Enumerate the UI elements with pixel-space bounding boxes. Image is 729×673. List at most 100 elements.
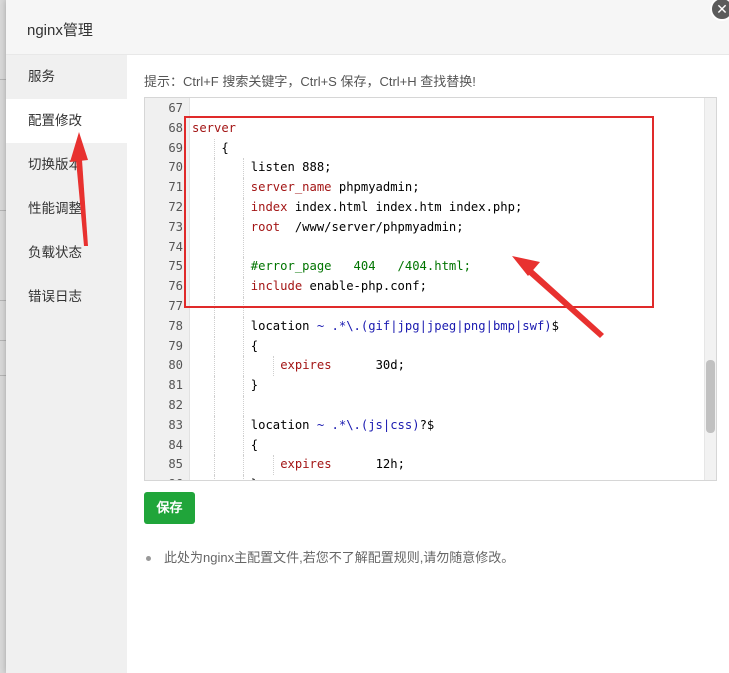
line-number: 78 xyxy=(168,318,183,333)
sidebar: 服务 配置修改 切换版本 性能调整 负载状态 错误日志 xyxy=(6,55,127,673)
line-number: 74 xyxy=(168,239,183,254)
code-line[interactable]: 83 location ~ .*\.(js|css)?$ xyxy=(145,415,705,436)
indent-guide xyxy=(214,257,216,278)
code-line[interactable]: 79 { xyxy=(145,336,705,357)
save-button[interactable]: 保存 xyxy=(144,492,195,524)
code-line[interactable]: 78 location ~ .*\.(gif|jpg|jpeg|png|bmp|s… xyxy=(145,316,705,337)
bullet-icon xyxy=(146,556,151,562)
indent-guide xyxy=(214,158,216,179)
code-line[interactable]: 85 expires 12h; xyxy=(145,455,705,476)
indent-guide xyxy=(214,356,216,377)
code-line[interactable]: 81} xyxy=(145,376,705,396)
code-line[interactable]: 72 index index.html index.htm index.php; xyxy=(145,198,705,218)
code-line[interactable]: 74 xyxy=(145,237,705,258)
code-token: { xyxy=(250,437,259,452)
code-line[interactable]: 86} xyxy=(145,475,705,480)
code-token: { xyxy=(221,140,229,155)
line-number: 67 xyxy=(168,101,183,115)
config-content: 提示：Ctrl+F 搜索关键字，Ctrl+S 保存，Ctrl+H 查找替换! 6… xyxy=(127,55,729,673)
sidebar-item-5[interactable]: 负载状态 xyxy=(6,231,127,275)
code-token: server_name xyxy=(250,180,332,195)
code-token: expires xyxy=(280,457,332,472)
code-text: server xyxy=(192,119,236,139)
code-editor[interactable]: 67 68 server 69 {70 listen 888; 71 server_name … xyxy=(144,97,717,481)
indent-guide xyxy=(243,356,245,377)
code-text: location ~ .*\.(js|css)?$ xyxy=(251,416,434,436)
indent-guide xyxy=(214,455,216,476)
indent-guide xyxy=(214,475,216,480)
indent-guide xyxy=(214,396,216,416)
line-number: 68 xyxy=(168,120,183,135)
indent-guide xyxy=(214,376,216,396)
indent-guide xyxy=(214,316,216,337)
indent-guide xyxy=(214,237,216,258)
scrollbar-thumb[interactable] xyxy=(706,360,715,433)
code-token: expires xyxy=(280,358,332,373)
code-token: phpmyadmin; xyxy=(331,180,420,195)
editor-scrollbar[interactable] xyxy=(704,98,716,480)
sidebar-item-1[interactable]: 服务 xyxy=(6,55,127,99)
code-line[interactable]: 68 server xyxy=(145,119,705,139)
code-text: root /www/server/phpmyadmin; xyxy=(251,218,464,238)
indent-guide xyxy=(243,415,245,436)
code-token: } xyxy=(251,477,258,480)
indent-guide xyxy=(243,198,245,218)
indent-guide xyxy=(214,178,216,198)
indent-guide xyxy=(214,415,216,436)
code-line[interactable]: 82 xyxy=(145,396,705,416)
code-token: 12h; xyxy=(331,457,405,472)
code-text: { xyxy=(221,139,228,159)
code-token: index xyxy=(250,200,288,214)
line-number: 80 xyxy=(168,358,183,373)
code-text: expires 12h; xyxy=(280,455,405,475)
sidebar-item-2[interactable]: 配置修改 xyxy=(6,99,127,143)
code-line[interactable]: 69 { xyxy=(145,138,705,159)
code-line[interactable]: 75 #error_page 404 /404.html; xyxy=(145,257,705,278)
line-number: 75 xyxy=(168,259,183,274)
code-token: #error_page 404 /404.html; xyxy=(250,259,471,274)
indent-guide xyxy=(214,336,216,357)
code-text: expires 30d; xyxy=(280,356,405,376)
code-token: listen 888; xyxy=(250,160,332,175)
code-token: ?$ xyxy=(419,417,435,432)
code-token: root xyxy=(250,219,281,234)
code-text: #error_page 404 /404.html; xyxy=(251,257,471,277)
code-line[interactable]: 80 expires 30d; xyxy=(145,356,705,377)
code-token: 30d; xyxy=(331,358,405,373)
code-token: include xyxy=(250,279,303,294)
indent-guide xyxy=(214,198,216,218)
line-number: 70 xyxy=(168,160,183,175)
indent-guide xyxy=(243,257,245,278)
indent-guide xyxy=(214,297,216,317)
indent-guide xyxy=(243,435,245,456)
tip-note: 此处为nginx主配置文件,若您不了解配置规则,请勿随意修改。 xyxy=(144,547,514,566)
code-line[interactable]: 76 include enable-php.conf; xyxy=(145,277,705,297)
indent-guide xyxy=(243,376,245,396)
dialog-title: nginx管理 xyxy=(27,22,93,39)
sidebar-item-6[interactable]: 错误日志 xyxy=(6,275,127,319)
code-token: location xyxy=(250,417,317,432)
code-line[interactable]: 70 listen 888; xyxy=(145,158,705,179)
code-line[interactable]: 77 xyxy=(145,297,705,317)
code-token: server xyxy=(192,120,237,135)
sidebar-item-3[interactable]: 切换版本 xyxy=(6,143,127,187)
line-number: 79 xyxy=(168,338,183,353)
code-line[interactable]: 73 root /www/server/phpmyadmin; xyxy=(145,217,705,238)
line-number: 71 xyxy=(168,180,183,195)
sidebar-item-4[interactable]: 性能调整 xyxy=(6,187,127,231)
indent-guide xyxy=(243,455,245,476)
code-token: enable-php.conf; xyxy=(302,279,427,294)
code-token: ~ .*\.(js|css) xyxy=(316,417,420,432)
code-text: { xyxy=(251,337,258,357)
line-number: 85 xyxy=(168,457,183,472)
indent-guide xyxy=(214,277,216,297)
code-text: include enable-php.conf; xyxy=(251,277,427,297)
code-text: index index.html index.htm index.php; xyxy=(251,198,523,218)
code-token: /www/server/phpmyadmin; xyxy=(280,219,464,234)
line-number: 76 xyxy=(168,279,183,294)
code-line[interactable]: 67 xyxy=(145,99,705,119)
code-text: } xyxy=(251,475,258,480)
code-line[interactable]: 71 server_name phpmyadmin; xyxy=(145,178,705,198)
code-line[interactable]: 84 { xyxy=(145,435,705,456)
line-number: 86 xyxy=(145,475,183,480)
